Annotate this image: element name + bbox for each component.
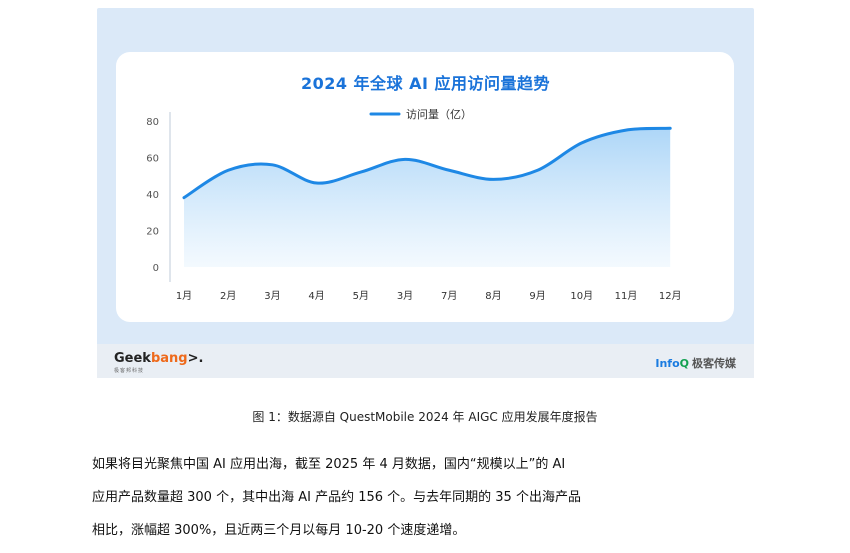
figure-frame: 2024 年全球 AI 应用访问量趋势 0 20 40 60 80 1月 2月 3月 4月 5月 3…	[97, 8, 754, 378]
x-tick-label: 4月	[308, 290, 324, 302]
figure-footer: Geekbang>. 极客邦科技 InfoQ 极客传媒	[97, 344, 754, 378]
geekbang-logo: Geekbang>.	[114, 351, 204, 366]
x-tick-label: 9月	[529, 290, 545, 302]
paragraph-line-2: 应用产品数量超 300 个，其中出海 AI 产品约 156 个。与去年同期的 3…	[92, 490, 581, 505]
x-tick-label: 12月	[659, 290, 682, 302]
x-tick-label: 11月	[615, 290, 638, 302]
data-point	[404, 158, 407, 161]
area-chart: 0 20 40 60 80 1月 2月 3月 4月 5月 3月 7月 8月 9月 10月 11月 12月 访问量（…	[146, 108, 682, 302]
data-point	[448, 169, 451, 172]
data-point	[271, 163, 274, 166]
x-tick-label: 2月	[220, 290, 236, 302]
data-point	[492, 178, 495, 181]
data-point	[536, 169, 539, 172]
data-point	[625, 129, 628, 132]
x-tick-label: 5月	[353, 290, 369, 302]
y-tick-label: 80	[146, 117, 159, 128]
x-tick-label: 3月	[397, 290, 413, 302]
x-tick-label: 10月	[570, 290, 593, 302]
series-area-fill	[184, 128, 671, 267]
data-point	[315, 182, 318, 185]
legend-label: 访问量（亿）	[406, 108, 472, 121]
paragraph-line-1: 如果将目光聚焦中国 AI 应用出海，截至 2025 年 4 月数据，国内“规模以…	[92, 457, 566, 472]
x-tick-label: 7月	[441, 290, 457, 302]
y-tick-label: 0	[153, 263, 159, 274]
geekbang-logo-subtitle: 极客邦科技	[114, 368, 145, 374]
x-tick-label: 8月	[485, 290, 501, 302]
x-tick-label: 1月	[176, 290, 192, 302]
data-point	[580, 141, 583, 144]
data-point	[227, 169, 230, 172]
paragraph-line-3: 相比，涨幅超 300%，且近两三个月以每月 10-20 个速度递增。	[92, 523, 466, 538]
y-tick-label: 20	[146, 227, 159, 238]
y-tick-label: 60	[146, 154, 159, 165]
x-tick-label: 3月	[264, 290, 280, 302]
data-point	[359, 171, 362, 174]
data-point	[183, 196, 186, 199]
figure-caption: 图 1：数据源自 QuestMobile 2024 年 AIGC 应用发展年度报…	[252, 410, 598, 424]
y-tick-label: 40	[146, 190, 159, 201]
infoq-logo: InfoQ 极客传媒	[655, 357, 736, 370]
data-point	[669, 127, 672, 130]
